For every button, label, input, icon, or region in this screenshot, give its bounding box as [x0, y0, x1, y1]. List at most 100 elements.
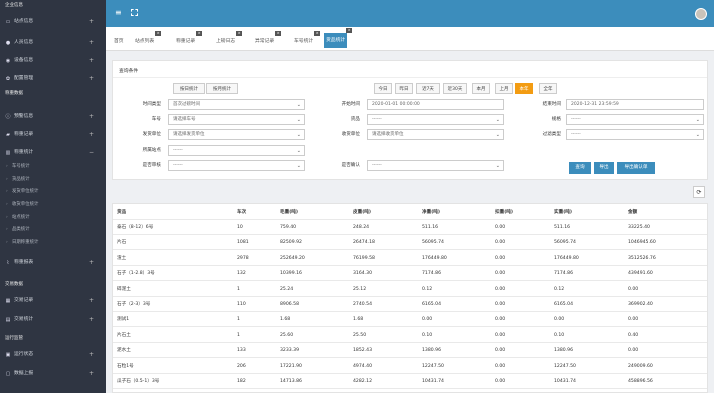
table-cell: 0.00 — [554, 317, 565, 323]
sidebar-subitem[interactable]: › 日期称重统计 — [0, 237, 106, 250]
tab-0[interactable]: 首页 — [112, 36, 126, 47]
expand-icon[interactable]: + — [89, 312, 94, 328]
car-select[interactable]: 请选择车号 ⌄ — [168, 114, 305, 125]
table-cell: 14713.86 — [280, 379, 302, 384]
export-confirm-button[interactable]: 导出确认单 — [617, 162, 655, 174]
tab-2[interactable]: 称重记录 × — [174, 31, 203, 47]
table-cell: 0.00 — [495, 348, 506, 354]
close-icon[interactable]: × — [314, 31, 321, 36]
tab-3[interactable]: 上磅日志 × — [214, 31, 243, 47]
table-cell: 1380.96 — [422, 348, 441, 354]
quick-range-button[interactable]: 本年 — [515, 83, 533, 94]
tab-4[interactable]: 异常记录 × — [253, 31, 282, 47]
sidebar-item[interactable]: ▥ 称重统计 − — [0, 145, 106, 161]
table-row: 石子（2-3）3号 110 8906.58 2740.54 6165.04 0.00 616… — [113, 297, 707, 312]
expand-icon[interactable]: + — [89, 35, 94, 51]
refresh-icon[interactable]: ⟳ — [693, 186, 705, 198]
expand-icon[interactable]: + — [89, 293, 94, 309]
receiver-select[interactable]: 请选择收货单位 ⌄ — [367, 129, 504, 140]
close-icon[interactable]: × — [275, 31, 282, 36]
sidebar-item[interactable]: ◉ 设备信息 + — [0, 53, 106, 69]
table-cell: 17221.90 — [280, 363, 302, 369]
close-icon[interactable]: × — [196, 31, 203, 36]
quick-range-button[interactable]: 全年 — [539, 83, 557, 94]
sidebar-section-title: 称重数据 — [5, 91, 23, 96]
close-icon[interactable]: × — [236, 31, 243, 36]
close-icon[interactable]: × — [155, 31, 162, 36]
table-cell: 0.00 — [422, 317, 433, 323]
time-type-select[interactable]: 首次过磅时间 ⌄ — [168, 99, 305, 110]
sidebar-section-title: 企业信息 — [5, 3, 23, 8]
goods-label: 货品 — [350, 117, 360, 122]
fullscreen-icon[interactable] — [131, 9, 138, 16]
filter-select[interactable]: ------ ⌄ — [566, 129, 704, 140]
daily-stat-button[interactable]: 按日统计 — [173, 83, 205, 94]
expand-icon[interactable]: − — [89, 145, 94, 161]
sidebar-item[interactable]: ✿ 配置管理 + — [0, 71, 106, 87]
spec-select[interactable]: ------ ⌄ — [566, 114, 704, 125]
monthly-stat-button[interactable]: 按月统计 — [206, 83, 238, 94]
confirm-select[interactable]: ------ ⌄ — [367, 160, 504, 171]
sidebar-item[interactable]: ▤ 交易统计 + — [0, 312, 106, 328]
main-content: 查询条件 按日统计 按月统计 时间类型 首次过磅时间 ⌄ 车号 请选择车号 ⌄ 发货… — [106, 51, 714, 393]
expand-icon[interactable]: + — [89, 255, 94, 271]
sidebar-subitem[interactable]: › 货品统计 — [0, 174, 106, 187]
table-cell: 10431.74 — [422, 379, 444, 384]
sidebar-item[interactable]: ⓘ 预警信息 + — [0, 109, 106, 125]
audit-select[interactable]: ------ ⌄ — [168, 160, 305, 171]
station-select[interactable]: ------ ⌄ — [168, 145, 305, 156]
quick-range-button[interactable]: 近7天 — [416, 83, 440, 94]
table-cell: 3164.30 — [353, 271, 372, 277]
table-cell: 759.40 — [280, 225, 297, 230]
quick-range-button[interactable]: 上月 — [495, 83, 513, 94]
expand-icon[interactable]: + — [89, 127, 94, 143]
quick-range-button[interactable]: 近30天 — [443, 83, 467, 94]
table-cell: 511.16 — [554, 225, 571, 230]
menu-toggle-icon[interactable]: ≡ — [115, 9, 122, 17]
chevron-right-icon: › — [6, 215, 8, 220]
sidebar-item[interactable]: ▦ 交易记录 + — [0, 293, 106, 309]
table-cell: 8906.58 — [280, 302, 299, 307]
avatar[interactable] — [695, 8, 707, 20]
expand-icon[interactable]: + — [89, 14, 94, 30]
tab-label: 货品统计 — [326, 38, 346, 43]
expand-icon[interactable]: + — [89, 71, 94, 87]
start-time-input[interactable]: 2020-01-01 00:00:00 — [367, 99, 504, 110]
sidebar-subitem[interactable]: › 收货单位统计 — [0, 199, 106, 212]
column-header: 皮重(吨) — [353, 210, 371, 215]
export-button[interactable]: 导出 — [594, 162, 614, 174]
end-time-input[interactable]: 2020-12-31 23:59:59 — [566, 99, 704, 110]
sidebar-subitem[interactable]: › 品类统计 — [0, 224, 106, 237]
expand-icon[interactable]: + — [89, 109, 94, 125]
tab-5[interactable]: 车号统计 × — [292, 31, 321, 47]
expand-icon[interactable]: + — [89, 53, 94, 69]
table-cell: 511.16 — [422, 225, 439, 230]
table-cell: 10399.16 — [280, 271, 302, 277]
sidebar-item[interactable]: ⌇ 称重报表 + — [0, 255, 106, 271]
tab-1[interactable]: 站点列表 × — [133, 31, 162, 47]
goods-select[interactable]: ------ ⌄ — [367, 114, 504, 125]
table-row: 碎泥土 1 25.24 25.12 0.12 0.00 0.12 0.00 — [113, 282, 707, 297]
column-header: 扣重(吨) — [495, 210, 513, 215]
table-cell: 2978 — [237, 255, 249, 261]
close-icon[interactable]: × — [346, 28, 353, 33]
sidebar-item[interactable]: ▭ 站点信息 + — [0, 14, 106, 30]
sidebar-subitem[interactable]: › 车号统计 — [0, 161, 106, 174]
table-cell: 33225.40 — [628, 225, 650, 230]
quick-range-button[interactable]: 本月 — [472, 83, 490, 94]
sidebar-item[interactable]: ▰ 称重记录 + — [0, 127, 106, 143]
expand-icon[interactable]: + — [89, 347, 94, 363]
sidebar-subitem[interactable]: › 发货单位统计 — [0, 186, 106, 199]
tab-6[interactable]: 货品统计 × — [324, 28, 353, 48]
sender-select[interactable]: 请选择发货单位 ⌄ — [168, 129, 305, 140]
expand-icon[interactable]: + — [89, 366, 94, 382]
tab-label: 车号统计 — [294, 39, 314, 44]
sidebar-item[interactable]: ▢ 数据上报 + — [0, 366, 106, 382]
query-button[interactable]: 查询 — [569, 162, 591, 174]
quick-range-button[interactable]: 昨日 — [395, 83, 413, 94]
table-cell: 206 — [237, 363, 246, 369]
sidebar-subitem[interactable]: › 站点统计 — [0, 212, 106, 225]
quick-range-button[interactable]: 今日 — [374, 83, 392, 94]
sidebar-item[interactable]: ▣ 运行状态 + — [0, 347, 106, 363]
sidebar-item[interactable]: ● 人员信息 + — [0, 35, 106, 51]
